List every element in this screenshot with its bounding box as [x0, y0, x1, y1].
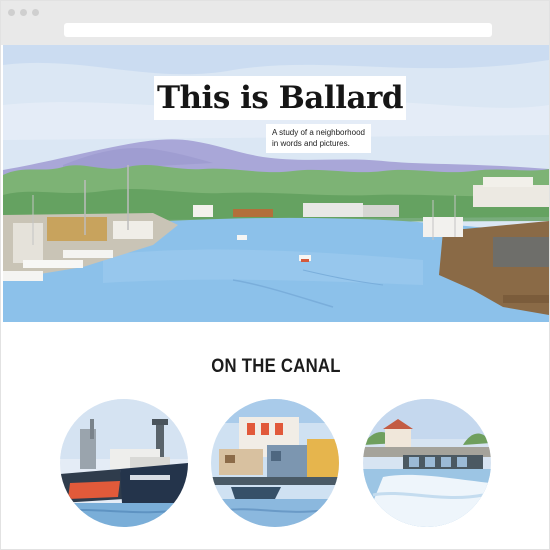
- houseboats-image: [211, 399, 339, 527]
- hero-subtitle-box: A study of a neighborhood in words and p…: [266, 124, 371, 153]
- locks-spillway-image: [363, 399, 491, 527]
- fishing-boats-image: [60, 399, 188, 527]
- page-title: This is Ballard: [156, 80, 404, 116]
- window-dot-icon[interactable]: [32, 9, 39, 16]
- browser-window: This is Ballard A study of a neighborhoo…: [0, 0, 550, 550]
- hero-subtitle-line: A study of a neighborhood: [272, 128, 365, 137]
- window-dot-icon[interactable]: [8, 9, 15, 16]
- hero-title-box: This is Ballard: [154, 76, 406, 120]
- section-heading: ON THE CANAL: [211, 356, 341, 377]
- locks-spillway-illustration[interactable]: [363, 399, 491, 527]
- address-bar[interactable]: [64, 23, 492, 37]
- fishing-boats-illustration[interactable]: [60, 399, 188, 527]
- browser-chrome: [1, 1, 549, 45]
- hero-subtitle-line: in words and pictures.: [272, 139, 350, 148]
- window-dot-icon[interactable]: [20, 9, 27, 16]
- houseboats-illustration[interactable]: [211, 399, 339, 527]
